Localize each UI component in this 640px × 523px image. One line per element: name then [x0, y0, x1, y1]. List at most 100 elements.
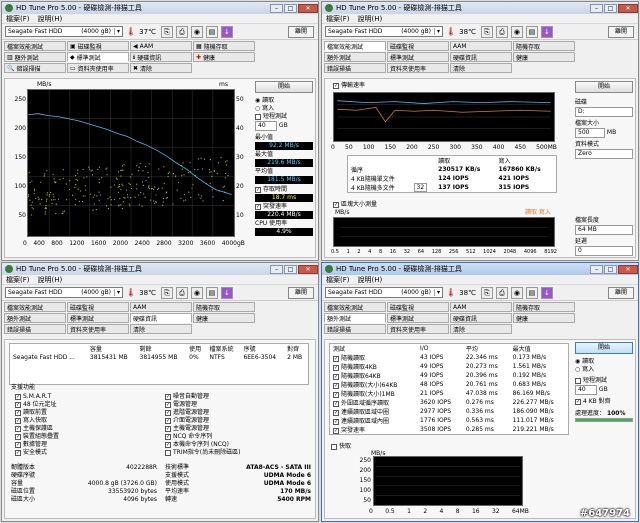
- exit-button[interactable]: 離開: [608, 286, 634, 299]
- drive-select[interactable]: Seagate Fast HDD (4000 gB) ▾: [5, 287, 123, 298]
- write-radio[interactable]: ○ 寫入: [575, 366, 633, 374]
- tab-random-access[interactable]: ▦ 隨機存取: [193, 41, 255, 51]
- file-length-select[interactable]: 64 MB: [575, 225, 633, 235]
- tab-health[interactable]: 健康: [513, 313, 575, 323]
- tab-folder-usage[interactable]: 資料夾使用率: [387, 324, 449, 334]
- close-button[interactable]: ✕: [298, 264, 318, 274]
- tab-benchmark[interactable]: 標準測試: [67, 313, 129, 323]
- tab-error-scan[interactable]: 錯誤掃描: [324, 63, 386, 73]
- table-row[interactable]: ✓ 連續讀取區域中圈 2977 IOPS 0.336 ms 186.090 MB/s: [330, 407, 569, 416]
- start-button[interactable]: 開始: [255, 81, 313, 93]
- queue-depth-select[interactable]: 32: [413, 183, 428, 192]
- access-time-checkbox[interactable]: ✓ 存取時間: [255, 186, 313, 194]
- short-test-checkbox[interactable]: 短程測試: [575, 377, 633, 385]
- table-row[interactable]: ✓ 隨機讀取 43 IOPS 22.346 ms 0.173 MB/s: [330, 353, 569, 362]
- maximize-button[interactable]: □: [284, 3, 297, 13]
- tab-extra-tests[interactable]: ▥ 額外測試: [4, 52, 66, 62]
- tab-info[interactable]: 硬碟資訊: [450, 52, 512, 62]
- short-test-input[interactable]: 40: [575, 385, 597, 395]
- tab-error-scan[interactable]: 🔍 錯誤掃描: [4, 63, 66, 73]
- tab-health[interactable]: 健康: [193, 313, 255, 323]
- tab-disk-monitor[interactable]: ▣ 磁碟監視: [67, 41, 129, 51]
- tab-aam[interactable]: AAM: [450, 302, 512, 312]
- table-row[interactable]: ✓ 外圍區域循序讀取 3620 IOPS 0.276 ms 226.277 MB/s: [330, 398, 569, 407]
- block-size-checkbox[interactable]: ✓ 區塊大小測量: [333, 201, 377, 209]
- minimize-button[interactable]: –: [270, 264, 283, 274]
- tab-extra-tests[interactable]: 額外測試: [324, 52, 386, 62]
- minimize-button[interactable]: –: [270, 3, 283, 13]
- delay-input[interactable]: 0: [575, 246, 633, 256]
- drive-select[interactable]: Seagate Fast HDD (4000 gB) ▾: [325, 287, 443, 298]
- tab-extra-tests[interactable]: 額外測試: [324, 313, 386, 323]
- maximize-button[interactable]: □: [604, 3, 617, 13]
- camera-icon[interactable]: ◉: [190, 286, 203, 299]
- copy-all-icon[interactable]: ⎙: [495, 25, 508, 38]
- tab-erase[interactable]: ✖ 清除: [130, 63, 192, 73]
- table-row[interactable]: Seagate Fast HDD ... 3815431 MB 3814955 MB…: [10, 353, 309, 362]
- table-row[interactable]: ✓ 隨機讀取64KB 49 IOPS 20.396 ms 0.192 MB/s: [330, 371, 569, 380]
- download-icon[interactable]: ↓: [540, 25, 553, 38]
- save-icon[interactable]: ▤: [205, 25, 218, 38]
- tab-random-access[interactable]: 隨機存取: [513, 41, 575, 51]
- table-row[interactable]: ✓ 突發速率 3508 IOPS 0.285 ms 219.221 MB/s: [330, 425, 569, 435]
- tab-disk-monitor[interactable]: 磁碟監視: [387, 302, 449, 312]
- copy-all-icon[interactable]: ⎙: [495, 286, 508, 299]
- tab-folder-usage[interactable]: 資料夾使用率: [387, 63, 449, 73]
- copy-all-icon[interactable]: ⎙: [175, 286, 188, 299]
- tab-benchmark[interactable]: 標準測試: [387, 313, 449, 323]
- menu-help[interactable]: 說明(H): [38, 275, 63, 285]
- tab-aam[interactable]: AAM: [130, 302, 192, 312]
- tab-benchmark[interactable]: ◆ 標準測試: [67, 52, 129, 62]
- align-checkbox[interactable]: ✓ 4 KB 對齊: [575, 398, 633, 406]
- tab-folder-usage[interactable]: 資料夾使用率: [67, 324, 129, 334]
- file-size-input[interactable]: 500: [575, 128, 605, 138]
- exit-button[interactable]: 離開: [288, 25, 314, 38]
- drive-select[interactable]: Seagate Fast HDD (4000 gB) ▾: [5, 26, 123, 37]
- tab-health[interactable]: ✚ 健康: [193, 52, 255, 62]
- download-icon[interactable]: ↓: [540, 286, 553, 299]
- copy-icon[interactable]: ⎘: [160, 286, 173, 299]
- tab-aam[interactable]: ◀ AAM: [130, 41, 192, 51]
- maximize-button[interactable]: □: [284, 264, 297, 274]
- copy-icon[interactable]: ⎘: [160, 25, 173, 38]
- tab-benchmark[interactable]: 標準測試: [387, 52, 449, 62]
- start-button[interactable]: 開始: [575, 342, 633, 354]
- tab-folder-usage[interactable]: ▭ 資料夾使用率: [67, 63, 129, 73]
- menu-help[interactable]: 說明(H): [358, 275, 383, 285]
- tab-random-access[interactable]: 隨機存取: [193, 302, 255, 312]
- close-button[interactable]: ✕: [618, 3, 638, 13]
- tab-error-scan[interactable]: 錯誤掃描: [4, 324, 66, 334]
- save-icon[interactable]: ▤: [525, 25, 538, 38]
- short-test-checkbox[interactable]: 短程測試: [255, 113, 313, 121]
- tab-erase[interactable]: 清除: [450, 324, 512, 334]
- tab-aam[interactable]: AAM: [450, 41, 512, 51]
- tab-random-access[interactable]: 隨機存取: [513, 302, 575, 312]
- tab-health[interactable]: 健康: [513, 52, 575, 62]
- tab-disk-monitor[interactable]: 磁碟監視: [387, 41, 449, 51]
- cache-checkbox[interactable]: 快取: [331, 443, 351, 451]
- tab-erase[interactable]: 清除: [450, 63, 512, 73]
- close-button[interactable]: ✕: [298, 3, 318, 13]
- tab-file-benchmark[interactable]: 檔案效能測試: [4, 302, 66, 312]
- save-icon[interactable]: ▤: [205, 286, 218, 299]
- minimize-button[interactable]: –: [590, 3, 603, 13]
- tab-disk-monitor[interactable]: 磁碟監視: [67, 302, 129, 312]
- menu-file[interactable]: 檔案(F): [6, 275, 30, 285]
- menu-file[interactable]: 檔案(F): [326, 14, 350, 24]
- table-row[interactable]: ✓ 連續讀取區域內圈 1776 IOPS 0.563 ms 111.017 MB/s: [330, 416, 569, 425]
- copy-all-icon[interactable]: ⎙: [175, 25, 188, 38]
- minimize-button[interactable]: –: [590, 264, 603, 274]
- tab-extra-tests[interactable]: 額外測試: [4, 313, 66, 323]
- download-icon[interactable]: ↓: [220, 25, 233, 38]
- save-icon[interactable]: ▤: [525, 286, 538, 299]
- drive-letter-select[interactable]: D:: [575, 107, 633, 117]
- menu-file[interactable]: 檔案(F): [6, 14, 30, 24]
- tab-file-benchmark[interactable]: 檔案效能測試: [324, 41, 386, 51]
- copy-icon[interactable]: ⎘: [480, 286, 493, 299]
- exit-button[interactable]: 離開: [288, 286, 314, 299]
- drive-select[interactable]: Seagate Fast HDD (4000 gB) ▾: [325, 26, 443, 37]
- read-radio[interactable]: ◉ 讀取: [575, 358, 633, 366]
- menu-help[interactable]: 說明(H): [358, 14, 383, 24]
- table-row[interactable]: ✓ 隨機讀取(大小)1MB 21 IOPS 47.038 ms 86.169 MB/s: [330, 389, 569, 398]
- read-radio[interactable]: ◉ 讀取: [255, 97, 313, 105]
